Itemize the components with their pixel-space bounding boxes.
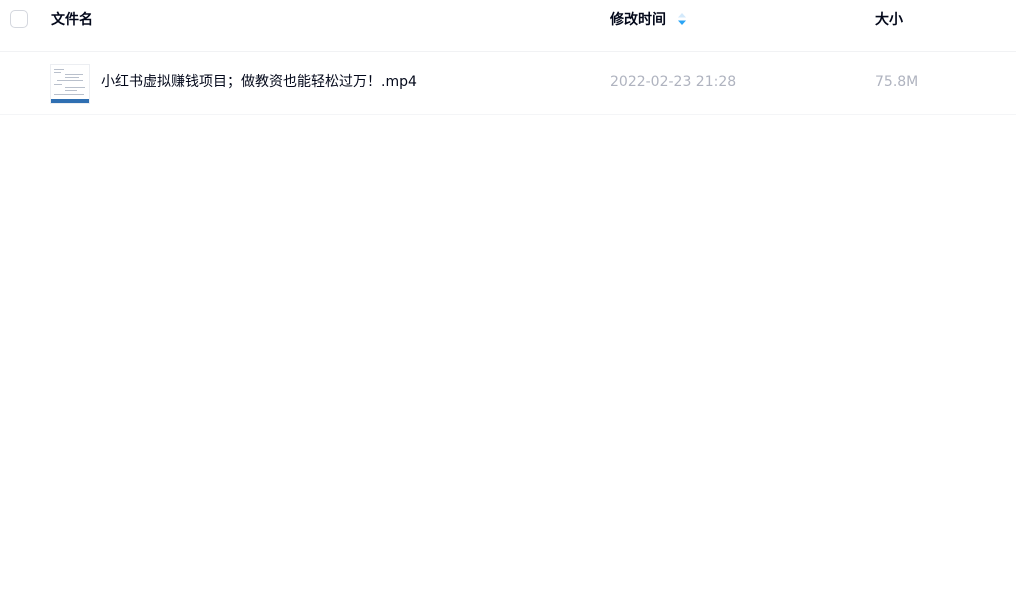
file-list: 文件名 修改时间 大小 小红书虚拟赚钱项目；做教资也能轻松过万！.mp4 202…	[0, 0, 1016, 596]
file-size: 75.8M	[875, 74, 919, 90]
column-header-name-label: 文件名	[51, 12, 93, 28]
select-all-checkbox[interactable]	[10, 10, 28, 28]
file-row[interactable]: 小红书虚拟赚钱项目；做教资也能轻松过万！.mp4 2022-02-23 21:2…	[0, 52, 1016, 115]
sort-icon[interactable]	[677, 12, 687, 26]
file-list-header: 文件名 修改时间 大小	[0, 0, 1016, 52]
column-header-time-label: 修改时间	[610, 12, 666, 28]
file-name[interactable]: 小红书虚拟赚钱项目；做教资也能轻松过万！.mp4	[101, 72, 417, 92]
video-thumbnail-icon[interactable]	[50, 64, 90, 104]
column-header-size[interactable]: 大小	[875, 10, 903, 30]
column-header-modified-time[interactable]: 修改时间	[610, 10, 687, 30]
file-modified-time: 2022-02-23 21:28	[610, 74, 737, 90]
column-header-size-label: 大小	[875, 12, 903, 28]
column-header-name[interactable]: 文件名	[51, 10, 93, 30]
